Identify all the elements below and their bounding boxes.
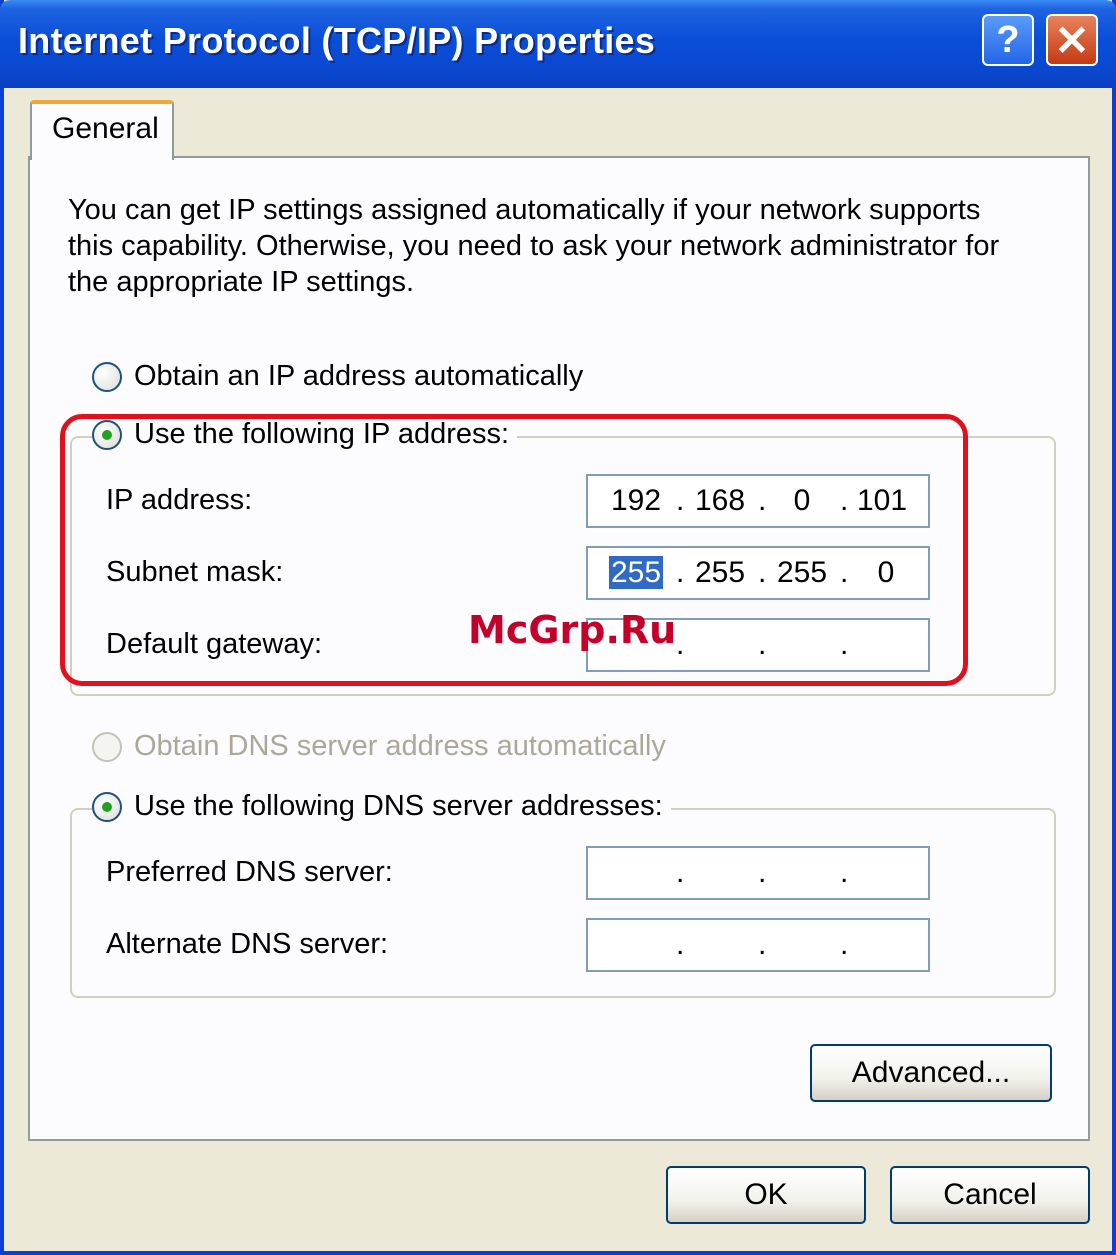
dot-separator: . xyxy=(840,484,849,517)
octet-4[interactable]: 0 xyxy=(858,556,914,590)
dot-separator: . xyxy=(840,928,849,961)
radio-label: Use the following DNS server addresses: xyxy=(134,790,663,822)
dot-separator: . xyxy=(840,556,849,589)
dot-separator: . xyxy=(676,556,685,589)
radio-disabled-icon xyxy=(92,731,122,762)
radio-obtain-ip-auto[interactable]: Obtain an IP address automatically xyxy=(92,360,592,393)
dot-separator: . xyxy=(676,628,685,661)
alternate-dns-label: Alternate DNS server: xyxy=(106,928,389,960)
preferred-dns-label: Preferred DNS server: xyxy=(106,856,393,888)
dot-separator: . xyxy=(676,484,685,517)
octet-3[interactable]: 255 xyxy=(774,556,830,590)
octet-1[interactable]: 192 xyxy=(608,484,664,518)
help-button[interactable]: ? xyxy=(982,14,1034,66)
dialog-window: Internet Protocol (TCP/IP) Properties ? … xyxy=(0,0,1116,1255)
octet-4[interactable]: 101 xyxy=(854,484,910,518)
radio-use-following-ip[interactable]: Use the following IP address: xyxy=(92,418,518,451)
dot-separator: . xyxy=(758,628,767,661)
octet-2[interactable]: 168 xyxy=(692,484,748,518)
cancel-button[interactable]: Cancel xyxy=(890,1166,1090,1224)
watermark: McGrp.Ru xyxy=(468,608,677,652)
dot-separator: . xyxy=(676,928,685,961)
ip-address-label: IP address: xyxy=(106,484,253,516)
ip-address-field[interactable]: 192 . 168 . 0 . 101 xyxy=(586,474,930,528)
close-button[interactable]: ✕ xyxy=(1046,14,1098,66)
default-gateway-label: Default gateway: xyxy=(106,628,323,660)
dot-separator: . xyxy=(840,628,849,661)
subnet-mask-field[interactable]: 255 . 255 . 255 . 0 xyxy=(586,546,930,600)
radio-checked-icon xyxy=(92,791,122,822)
preferred-dns-field[interactable]: . . . xyxy=(586,846,930,900)
radio-checked-icon xyxy=(92,419,122,450)
dot-separator: . xyxy=(676,856,685,889)
dot-separator: . xyxy=(758,556,767,589)
title-bar[interactable]: Internet Protocol (TCP/IP) Properties ? … xyxy=(0,0,1116,88)
octet-3[interactable]: 0 xyxy=(774,484,830,518)
tab-general[interactable]: General xyxy=(30,100,174,160)
radio-obtain-dns-auto[interactable]: Obtain DNS server address automatically xyxy=(92,730,674,763)
dot-separator: . xyxy=(758,928,767,961)
octet-2[interactable]: 255 xyxy=(692,556,748,590)
dot-separator: . xyxy=(758,484,767,517)
advanced-button[interactable]: Advanced... xyxy=(810,1044,1052,1102)
octet-1[interactable]: 255 xyxy=(608,556,664,590)
radio-label: Obtain DNS server address automatically xyxy=(134,730,666,762)
dot-separator: . xyxy=(758,856,767,889)
alternate-dns-field[interactable]: . . . xyxy=(586,918,930,972)
radio-icon xyxy=(92,361,122,392)
description-text: You can get IP settings assigned automat… xyxy=(68,194,1000,298)
window-title: Internet Protocol (TCP/IP) Properties xyxy=(18,20,656,61)
ok-button[interactable]: OK xyxy=(666,1166,866,1224)
radio-use-following-dns[interactable]: Use the following DNS server addresses: xyxy=(92,790,671,823)
radio-label: Use the following IP address: xyxy=(134,418,510,450)
selected-octet: 255 xyxy=(608,556,664,589)
subnet-mask-label: Subnet mask: xyxy=(106,556,284,588)
dot-separator: . xyxy=(840,856,849,889)
radio-label: Obtain an IP address automatically xyxy=(134,360,584,392)
